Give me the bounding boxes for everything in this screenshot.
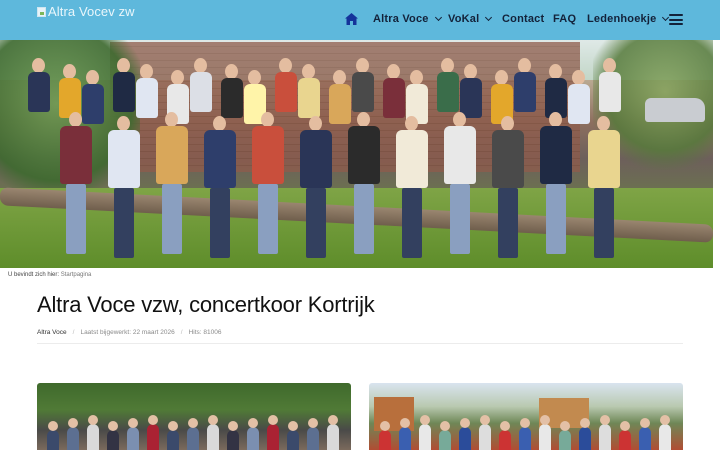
breadcrumb-prefix: U bevindt zich hier: (8, 272, 60, 278)
article-meta: Altra Voce / Laatst bijgewerkt: 22 maart… (37, 329, 221, 336)
breadcrumb-current: Startpagina (60, 272, 92, 278)
site-logo-alt-text: Altra Vocev zw (48, 4, 135, 19)
chevron-down-icon (485, 13, 493, 22)
nav-item-label: VoKal (448, 13, 480, 25)
nav-item-label: Contact (502, 13, 545, 25)
breadcrumb: U bevindt zich hier: Startpagina (8, 272, 91, 278)
top-navbar: Altra Vocev zw Altra Voce VoKal Contact … (0, 0, 720, 40)
site-logo-link[interactable]: Altra Vocev zw (37, 4, 135, 19)
nav-item-ledenhoekje[interactable]: Ledenhoekje (587, 13, 670, 25)
nav-item-altra-voce[interactable]: Altra Voce (373, 13, 442, 25)
gallery-image-park[interactable] (37, 383, 351, 450)
article-category-link[interactable]: Altra Voce (37, 329, 67, 336)
nav-item-vokal[interactable]: VoKal (448, 13, 493, 25)
article-updated: Laatst bijgewerkt: 22 maart 2026 (80, 329, 175, 336)
choir-members-group (0, 40, 713, 268)
hamburger-menu-icon[interactable] (669, 14, 683, 25)
page-title: Altra Voce vzw, concertkoor Kortrijk (37, 292, 375, 317)
nav-item-label: Ledenhoekje (587, 13, 657, 25)
nav-item-label: Altra Voce (373, 13, 429, 25)
nav-item-contact[interactable]: Contact (502, 13, 544, 25)
meta-separator: / (72, 329, 75, 336)
nav-item-faq[interactable]: FAQ (553, 13, 576, 25)
chevron-down-icon (434, 13, 442, 22)
divider (37, 343, 683, 344)
nav-item-label: FAQ (553, 13, 577, 25)
home-icon[interactable] (345, 13, 358, 25)
article-hits: Hits: 81006 (188, 329, 222, 336)
hero-choir-photo (0, 40, 713, 268)
broken-image-icon (37, 6, 46, 17)
meta-separator: / (180, 329, 183, 336)
gallery-image-outdoor[interactable] (369, 383, 683, 450)
